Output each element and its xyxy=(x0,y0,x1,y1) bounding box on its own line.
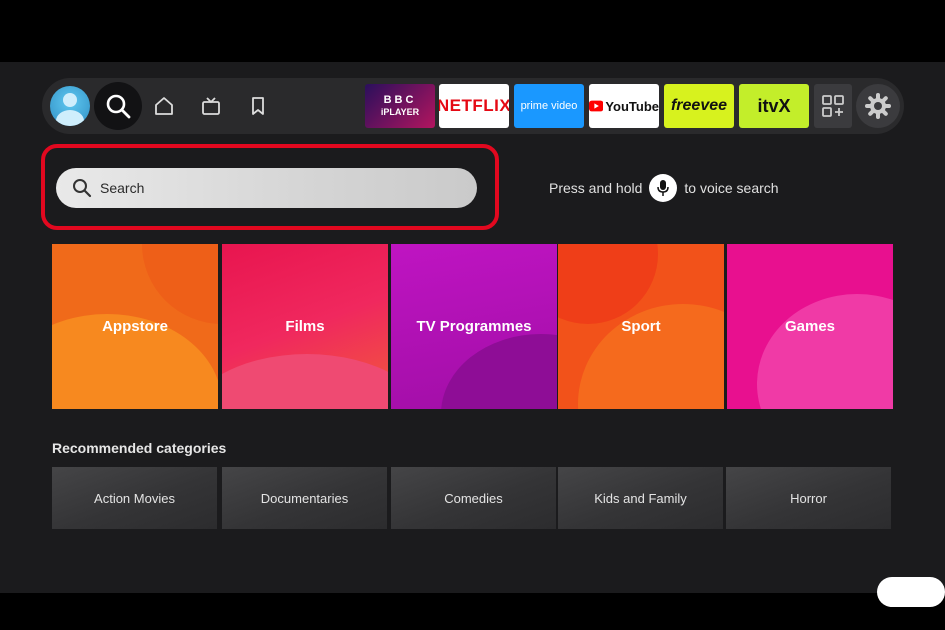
settings-gear-icon[interactable] xyxy=(856,84,900,128)
fire-tv-home-screen: BBC iPLAYER NETFLIX prime video YouTube … xyxy=(0,62,945,593)
profile-avatar-icon[interactable] xyxy=(50,86,90,126)
search-icon[interactable] xyxy=(94,82,142,130)
recommended-category-action-movies[interactable]: Action Movies xyxy=(52,467,217,529)
search-icon xyxy=(72,178,92,198)
category-tile-sport[interactable]: Sport xyxy=(558,244,724,409)
recommended-category-horror[interactable]: Horror xyxy=(726,467,891,529)
recommended-category-comedies[interactable]: Comedies xyxy=(391,467,556,529)
search-placeholder: Search xyxy=(100,180,145,196)
netflix-app-tile[interactable]: NETFLIX xyxy=(439,84,509,128)
category-tile-tv-programmes[interactable]: TV Programmes xyxy=(391,244,557,409)
microphone-icon xyxy=(649,174,678,202)
itvx-app-tile[interactable]: itvX xyxy=(739,84,809,128)
freevee-app-tile[interactable]: freevee xyxy=(664,84,734,128)
top-navigation-bar: BBC iPLAYER NETFLIX prime video YouTube … xyxy=(42,78,904,134)
category-tile-appstore[interactable]: Appstore xyxy=(52,244,218,409)
search-input[interactable]: Search xyxy=(56,168,477,208)
prime-video-app-tile[interactable]: prime video xyxy=(514,84,584,128)
recommended-category-kids-and-family[interactable]: Kids and Family xyxy=(558,467,723,529)
all-apps-icon[interactable] xyxy=(814,84,852,128)
recommended-category-documentaries[interactable]: Documentaries xyxy=(222,467,387,529)
youtube-app-tile[interactable]: YouTube xyxy=(589,84,659,128)
recommended-categories-heading: Recommended categories xyxy=(52,440,227,456)
voice-search-hint: Press and hold to voice search xyxy=(549,174,779,202)
category-tile-films[interactable]: Films xyxy=(222,244,388,409)
live-tv-icon[interactable] xyxy=(187,82,235,130)
youtube-play-icon xyxy=(589,100,604,112)
bbc-iplayer-app-tile[interactable]: BBC iPLAYER xyxy=(365,84,435,128)
category-tile-games[interactable]: Games xyxy=(727,244,893,409)
white-pill-overlay xyxy=(877,577,945,607)
bookmark-icon[interactable] xyxy=(234,82,282,130)
home-icon[interactable] xyxy=(140,82,188,130)
